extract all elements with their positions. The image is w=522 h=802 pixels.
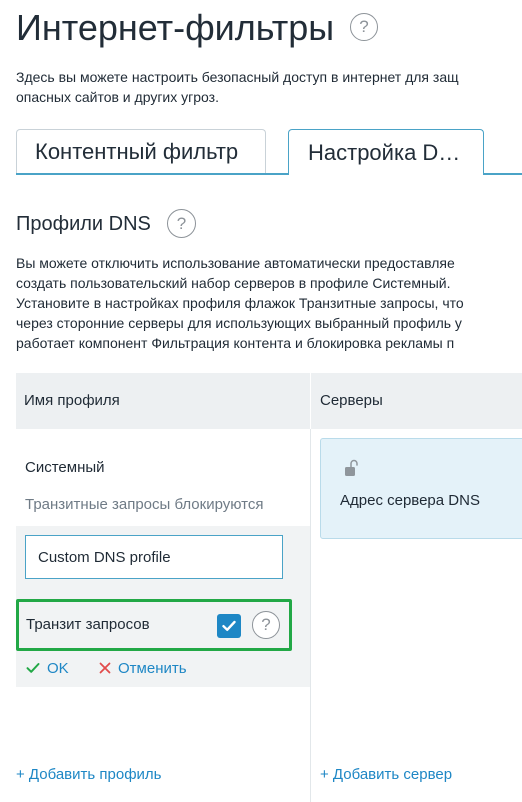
column-header-servers: Серверы xyxy=(320,392,383,409)
unlocked-lock-icon xyxy=(344,459,358,482)
transit-label: Транзит запросов xyxy=(26,616,150,633)
cancel-button[interactable]: Отменить xyxy=(99,657,187,679)
section-title: Профили DNS xyxy=(16,213,151,235)
tab-dns-settings[interactable]: Настройка D… xyxy=(288,129,484,175)
description-line: работает компонент Фильтрация контента и… xyxy=(16,335,455,351)
section-description: Вы можете отключить использование автома… xyxy=(16,253,522,353)
server-address-label: Адрес сервера DNS xyxy=(340,492,480,509)
transit-checkbox[interactable] xyxy=(217,614,241,638)
column-divider xyxy=(310,429,311,802)
column-header-profile-name: Имя профиля xyxy=(24,392,120,409)
add-server-link[interactable]: + Добавить сервер xyxy=(320,766,452,783)
table-header: Имя профиля Серверы xyxy=(16,373,522,429)
profile-name-input[interactable] xyxy=(25,535,283,579)
profile-name[interactable]: Системный xyxy=(25,459,105,476)
checkmark-icon xyxy=(26,663,40,673)
cancel-label: Отменить xyxy=(118,659,187,677)
page-title: Интернет-фильтры xyxy=(16,7,335,48)
add-profile-link[interactable]: + Добавить профиль xyxy=(16,766,161,783)
checkmark-icon xyxy=(222,620,236,631)
help-icon[interactable]: ? xyxy=(252,611,280,639)
intro-line: опасных сайтов и других угроз. xyxy=(16,89,219,105)
intro-line: Здесь вы можете настроить безопасный дос… xyxy=(16,69,459,85)
ok-button[interactable]: OK xyxy=(26,657,69,679)
profile-status: Транзитные запросы блокируются xyxy=(25,496,264,513)
description-line: Установите в настройках профиля флажок Т… xyxy=(16,295,464,311)
description-line: Вы можете отключить использование автома… xyxy=(16,255,455,271)
intro-text: Здесь вы можете настроить безопасный дос… xyxy=(16,67,522,107)
server-card[interactable] xyxy=(320,438,522,539)
help-icon[interactable]: ? xyxy=(167,209,196,238)
description-line: через сторонние серверы для использующих… xyxy=(16,315,462,331)
help-icon[interactable]: ? xyxy=(350,13,378,41)
tab-content-filter[interactable]: Контентный фильтр xyxy=(16,129,266,173)
close-icon xyxy=(99,662,111,674)
ok-label: OK xyxy=(47,659,69,677)
description-line: создать пользовательский набор серверов … xyxy=(16,275,451,291)
column-divider xyxy=(310,373,311,429)
